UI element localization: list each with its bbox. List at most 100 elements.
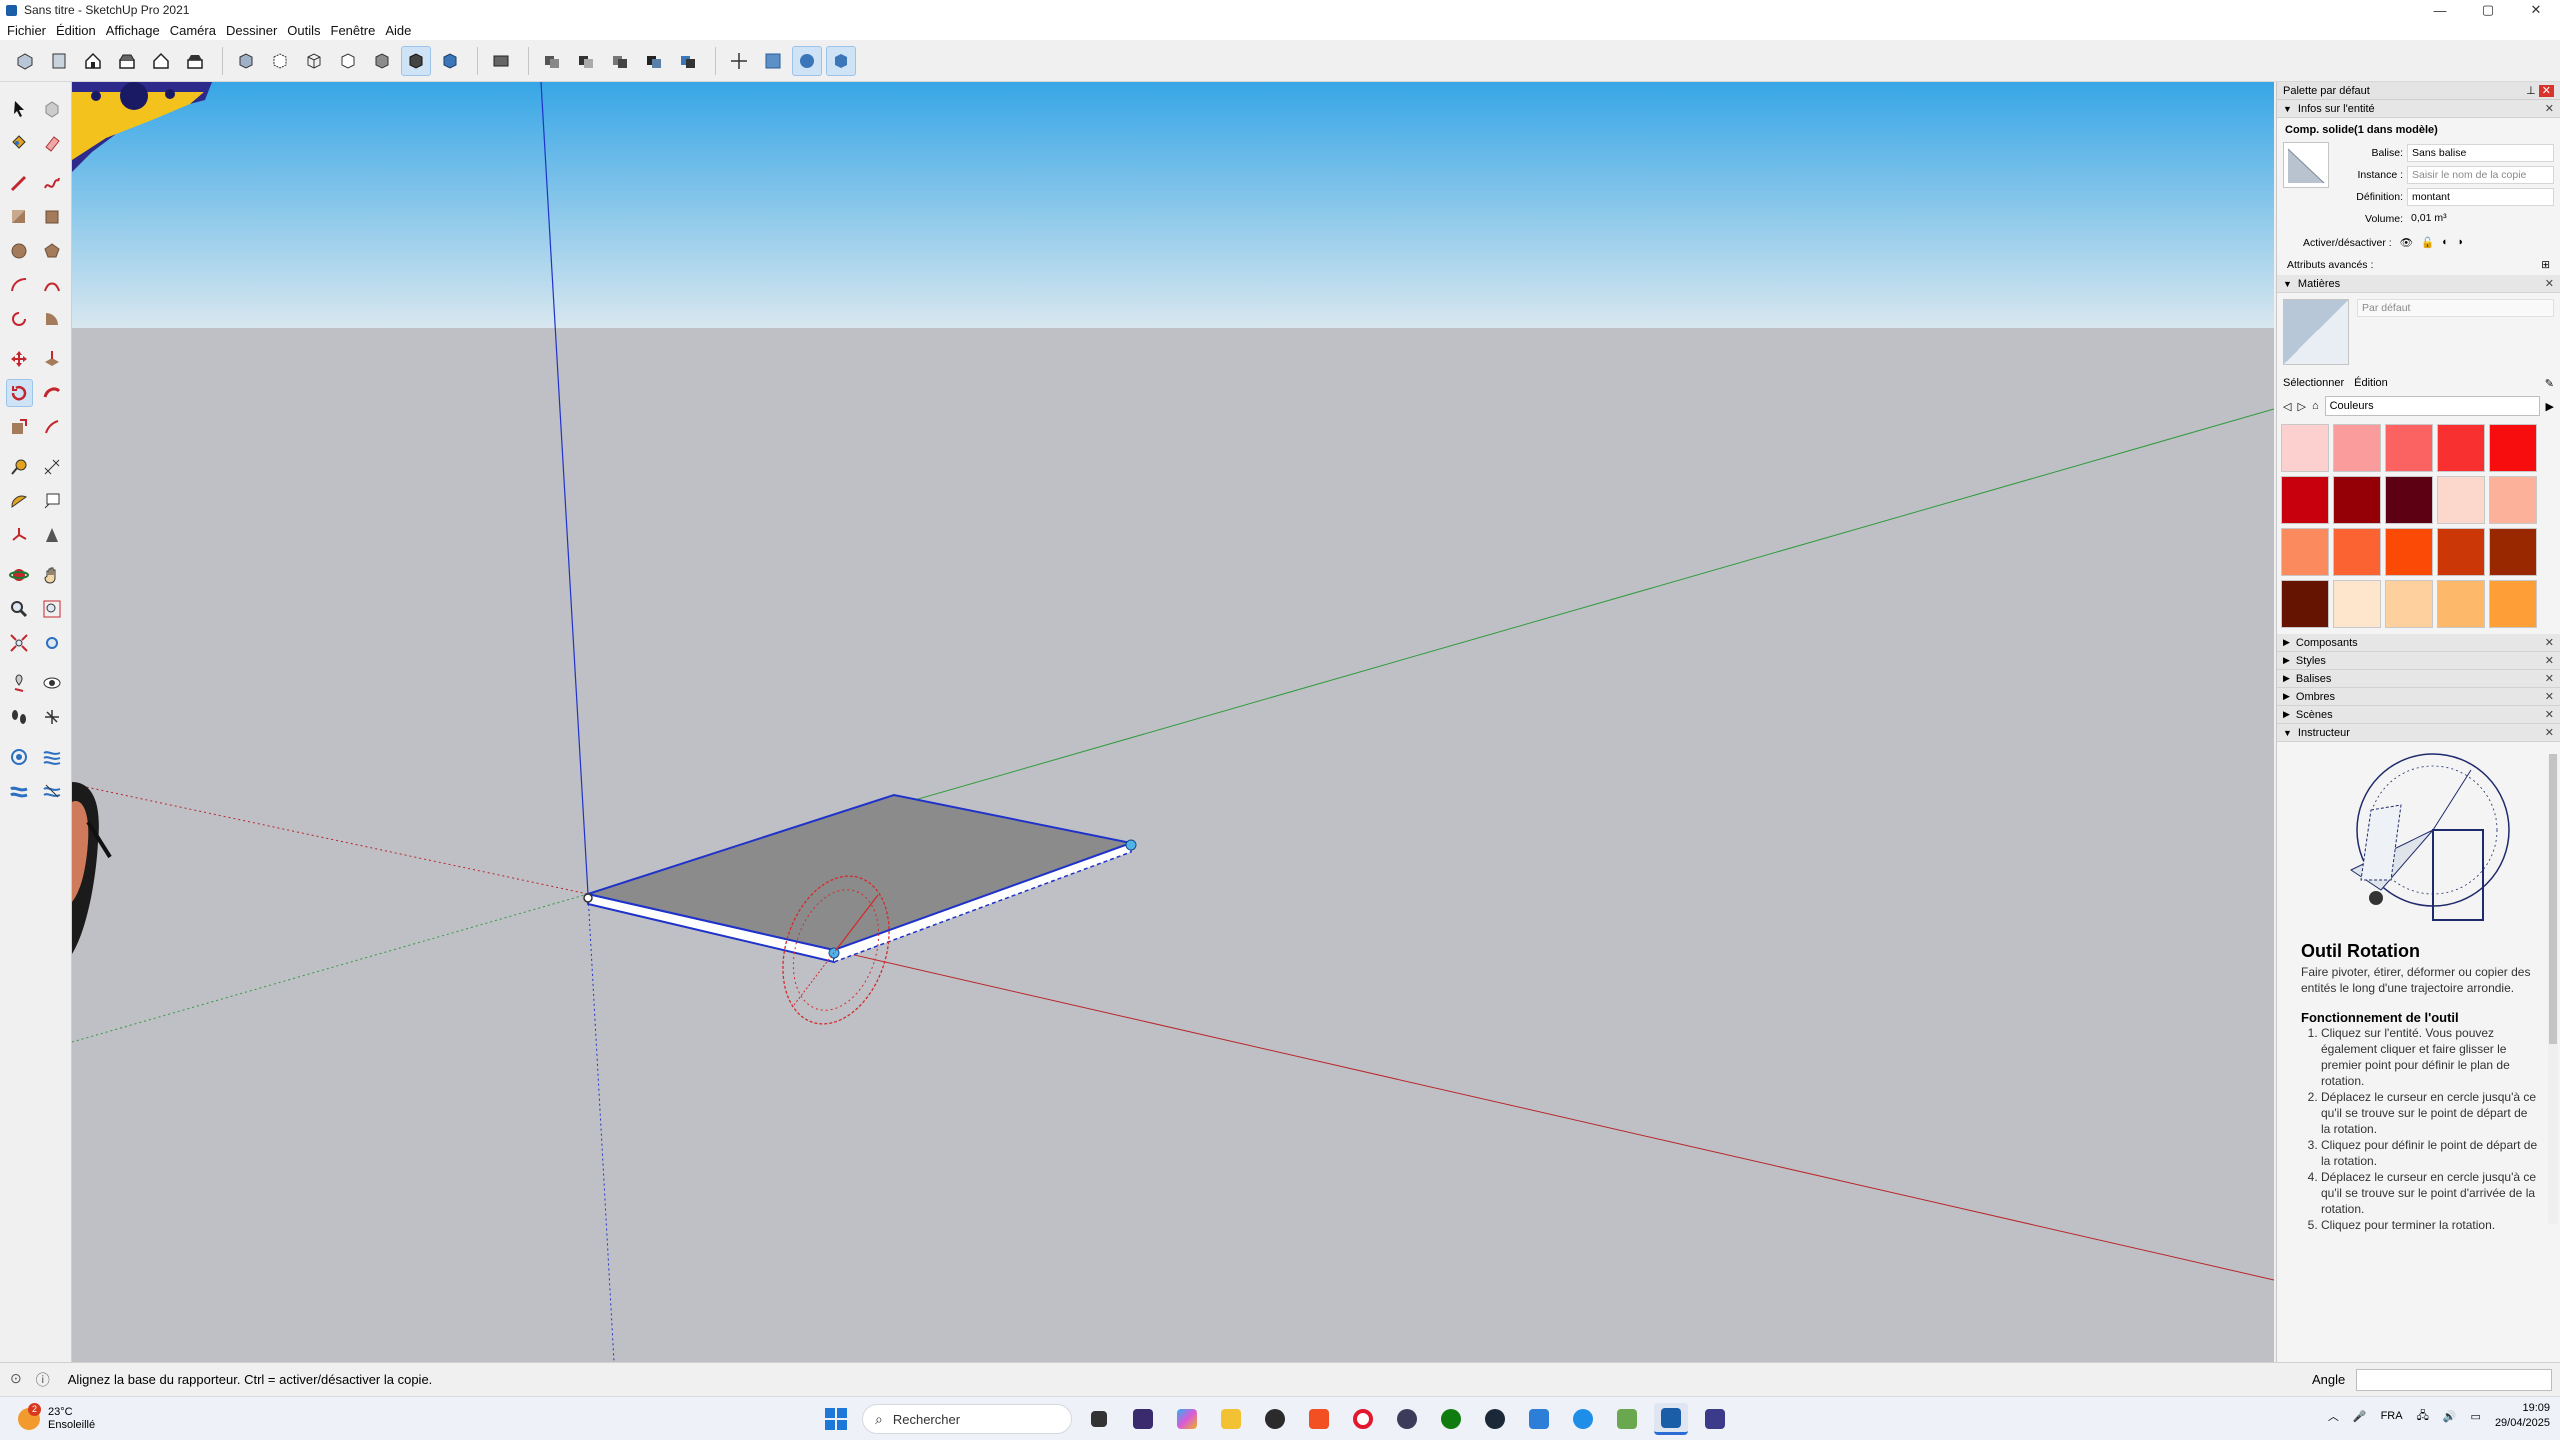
xray-button[interactable] <box>231 46 261 76</box>
zoom-tool[interactable] <box>6 595 33 623</box>
copilot-app[interactable] <box>1170 1403 1204 1435</box>
close-icon[interactable]: ✕ <box>2545 690 2554 703</box>
model-canvas[interactable] <box>72 82 2274 1362</box>
orbit-tool[interactable] <box>6 561 33 589</box>
zoom-window-tool[interactable] <box>39 595 66 623</box>
forward-icon[interactable]: ▷ <box>2297 400 2305 413</box>
monochrome-button[interactable] <box>435 46 465 76</box>
obs-app[interactable] <box>1390 1403 1424 1435</box>
3d-viewport[interactable] <box>72 82 2274 1362</box>
monitor-app[interactable] <box>1126 1403 1160 1435</box>
color-swatch[interactable] <box>2333 476 2381 524</box>
visibility-eye-icon[interactable]: 👁 <box>2400 236 2413 249</box>
clock[interactable]: 19:09 29/04/2025 <box>2495 1401 2550 1431</box>
iso-view-button[interactable] <box>10 46 40 76</box>
color-swatch[interactable] <box>2333 424 2381 472</box>
protractor-tool[interactable] <box>6 487 33 515</box>
paint-bucket-tool[interactable] <box>6 129 33 157</box>
ext-1-button[interactable] <box>758 46 788 76</box>
home-icon[interactable]: ⌂ <box>2312 400 2319 412</box>
3d-text-tool[interactable] <box>39 521 66 549</box>
trim-button[interactable] <box>639 46 669 76</box>
color-swatch[interactable] <box>2385 528 2433 576</box>
c-app[interactable] <box>1522 1403 1556 1435</box>
two-point-arc-tool[interactable] <box>39 271 66 299</box>
network-icon[interactable]: 🖧 <box>2417 1407 2429 1426</box>
section-plane-tool[interactable] <box>39 703 66 731</box>
push-pull-tool[interactable] <box>39 345 66 373</box>
sandbox-stamp-tool[interactable] <box>39 777 66 805</box>
color-swatch[interactable] <box>2385 424 2433 472</box>
brave-app[interactable] <box>1302 1403 1336 1435</box>
text-tool[interactable] <box>39 487 66 515</box>
close-icon[interactable]: ✕ <box>2545 277 2554 290</box>
tab-select[interactable]: Sélectionner <box>2283 377 2344 390</box>
close-icon[interactable]: ✕ <box>2545 726 2554 739</box>
component-tool[interactable] <box>39 95 66 123</box>
advanced-toggle-icon[interactable]: ⊞ <box>2541 259 2550 271</box>
tab-edit[interactable]: Édition <box>2354 377 2388 390</box>
materials-header[interactable]: ▼ Matières ✕ <box>2277 275 2560 293</box>
tape-measure-tool[interactable] <box>6 453 33 481</box>
look-around-tool[interactable] <box>39 669 66 697</box>
info-icon[interactable]: ⓘ <box>36 1370 50 1390</box>
shaded-textures-button[interactable] <box>401 45 431 76</box>
wireframe-button[interactable] <box>299 46 329 76</box>
geolocation-icon[interactable]: ⊙ <box>10 1370 22 1390</box>
close-icon[interactable]: ✕ <box>2545 708 2554 721</box>
sandbox-smoove-tool[interactable] <box>6 777 33 805</box>
dimension-tool[interactable] <box>39 453 66 481</box>
microphone-icon[interactable]: 🎤 <box>2353 1410 2367 1423</box>
tags-header[interactable]: ▶ Balises ✕ <box>2277 670 2560 688</box>
shadow-receive-icon[interactable]: ◑ <box>2456 236 2462 249</box>
color-swatch[interactable] <box>2281 580 2329 628</box>
move-tool[interactable] <box>6 345 33 373</box>
shaded-button[interactable] <box>367 46 397 76</box>
close-icon[interactable]: ✕ <box>2545 672 2554 685</box>
tag-dropdown[interactable]: Sans balise <box>2407 144 2554 162</box>
ext-2-button[interactable] <box>792 45 822 76</box>
top-view-button[interactable] <box>44 46 74 76</box>
color-swatch[interactable] <box>2437 528 2485 576</box>
color-swatch[interactable] <box>2437 580 2485 628</box>
union-button[interactable] <box>537 46 567 76</box>
three-point-arc-tool[interactable] <box>6 305 33 333</box>
shadow-cast-icon[interactable]: ◐ <box>2442 236 2448 249</box>
offset-tool[interactable] <box>39 413 66 441</box>
back-edges-button[interactable] <box>265 46 295 76</box>
front-view-button[interactable] <box>78 46 108 76</box>
walk-tool[interactable] <box>6 703 33 731</box>
language-indicator[interactable]: FRA <box>2381 1410 2403 1422</box>
minecraft-app[interactable] <box>1610 1403 1644 1435</box>
sketchup-app[interactable] <box>1654 1403 1688 1435</box>
pan-tool[interactable] <box>39 561 66 589</box>
start-button[interactable] <box>820 1403 852 1435</box>
volume-icon[interactable]: 🔊 <box>2443 1410 2457 1423</box>
material-name-input[interactable]: Par défaut <box>2357 299 2554 317</box>
close-icon[interactable]: ✕ <box>2545 102 2554 115</box>
intersect-button[interactable] <box>605 46 635 76</box>
color-swatch[interactable] <box>2333 580 2381 628</box>
instance-input[interactable]: Saisir le nom de la copie <box>2407 166 2554 184</box>
right-view-button[interactable] <box>112 46 142 76</box>
menu-camera[interactable]: Caméra <box>165 23 221 38</box>
menu-aide[interactable]: Aide <box>380 23 416 38</box>
menu-fenetre[interactable]: Fenêtre <box>326 23 381 38</box>
menu-dessiner[interactable]: Dessiner <box>221 23 282 38</box>
select-tool[interactable] <box>6 95 33 123</box>
color-swatch[interactable] <box>2437 424 2485 472</box>
measurements-box[interactable] <box>2356 1369 2552 1391</box>
menu-fichier[interactable]: Fichier <box>2 23 51 38</box>
split-button[interactable] <box>673 46 703 76</box>
menu-outils[interactable]: Outils <box>282 23 325 38</box>
follow-me-tool[interactable] <box>39 379 65 407</box>
entity-info-header[interactable]: ▼ Infos sur l'entité ✕ <box>2277 100 2560 118</box>
close-icon[interactable]: ✕ <box>2545 654 2554 667</box>
color-swatch[interactable] <box>2281 424 2329 472</box>
sample-paint-icon[interactable]: ✎ <box>2545 377 2554 390</box>
instructor-scrollbar[interactable] <box>2548 754 2558 1224</box>
pin-icon[interactable]: ⊥ <box>2526 85 2536 97</box>
keyboard-app[interactable] <box>1258 1403 1292 1435</box>
sandbox-contours-tool[interactable] <box>6 743 33 771</box>
battery-icon[interactable]: ▭ <box>2471 1410 2481 1423</box>
